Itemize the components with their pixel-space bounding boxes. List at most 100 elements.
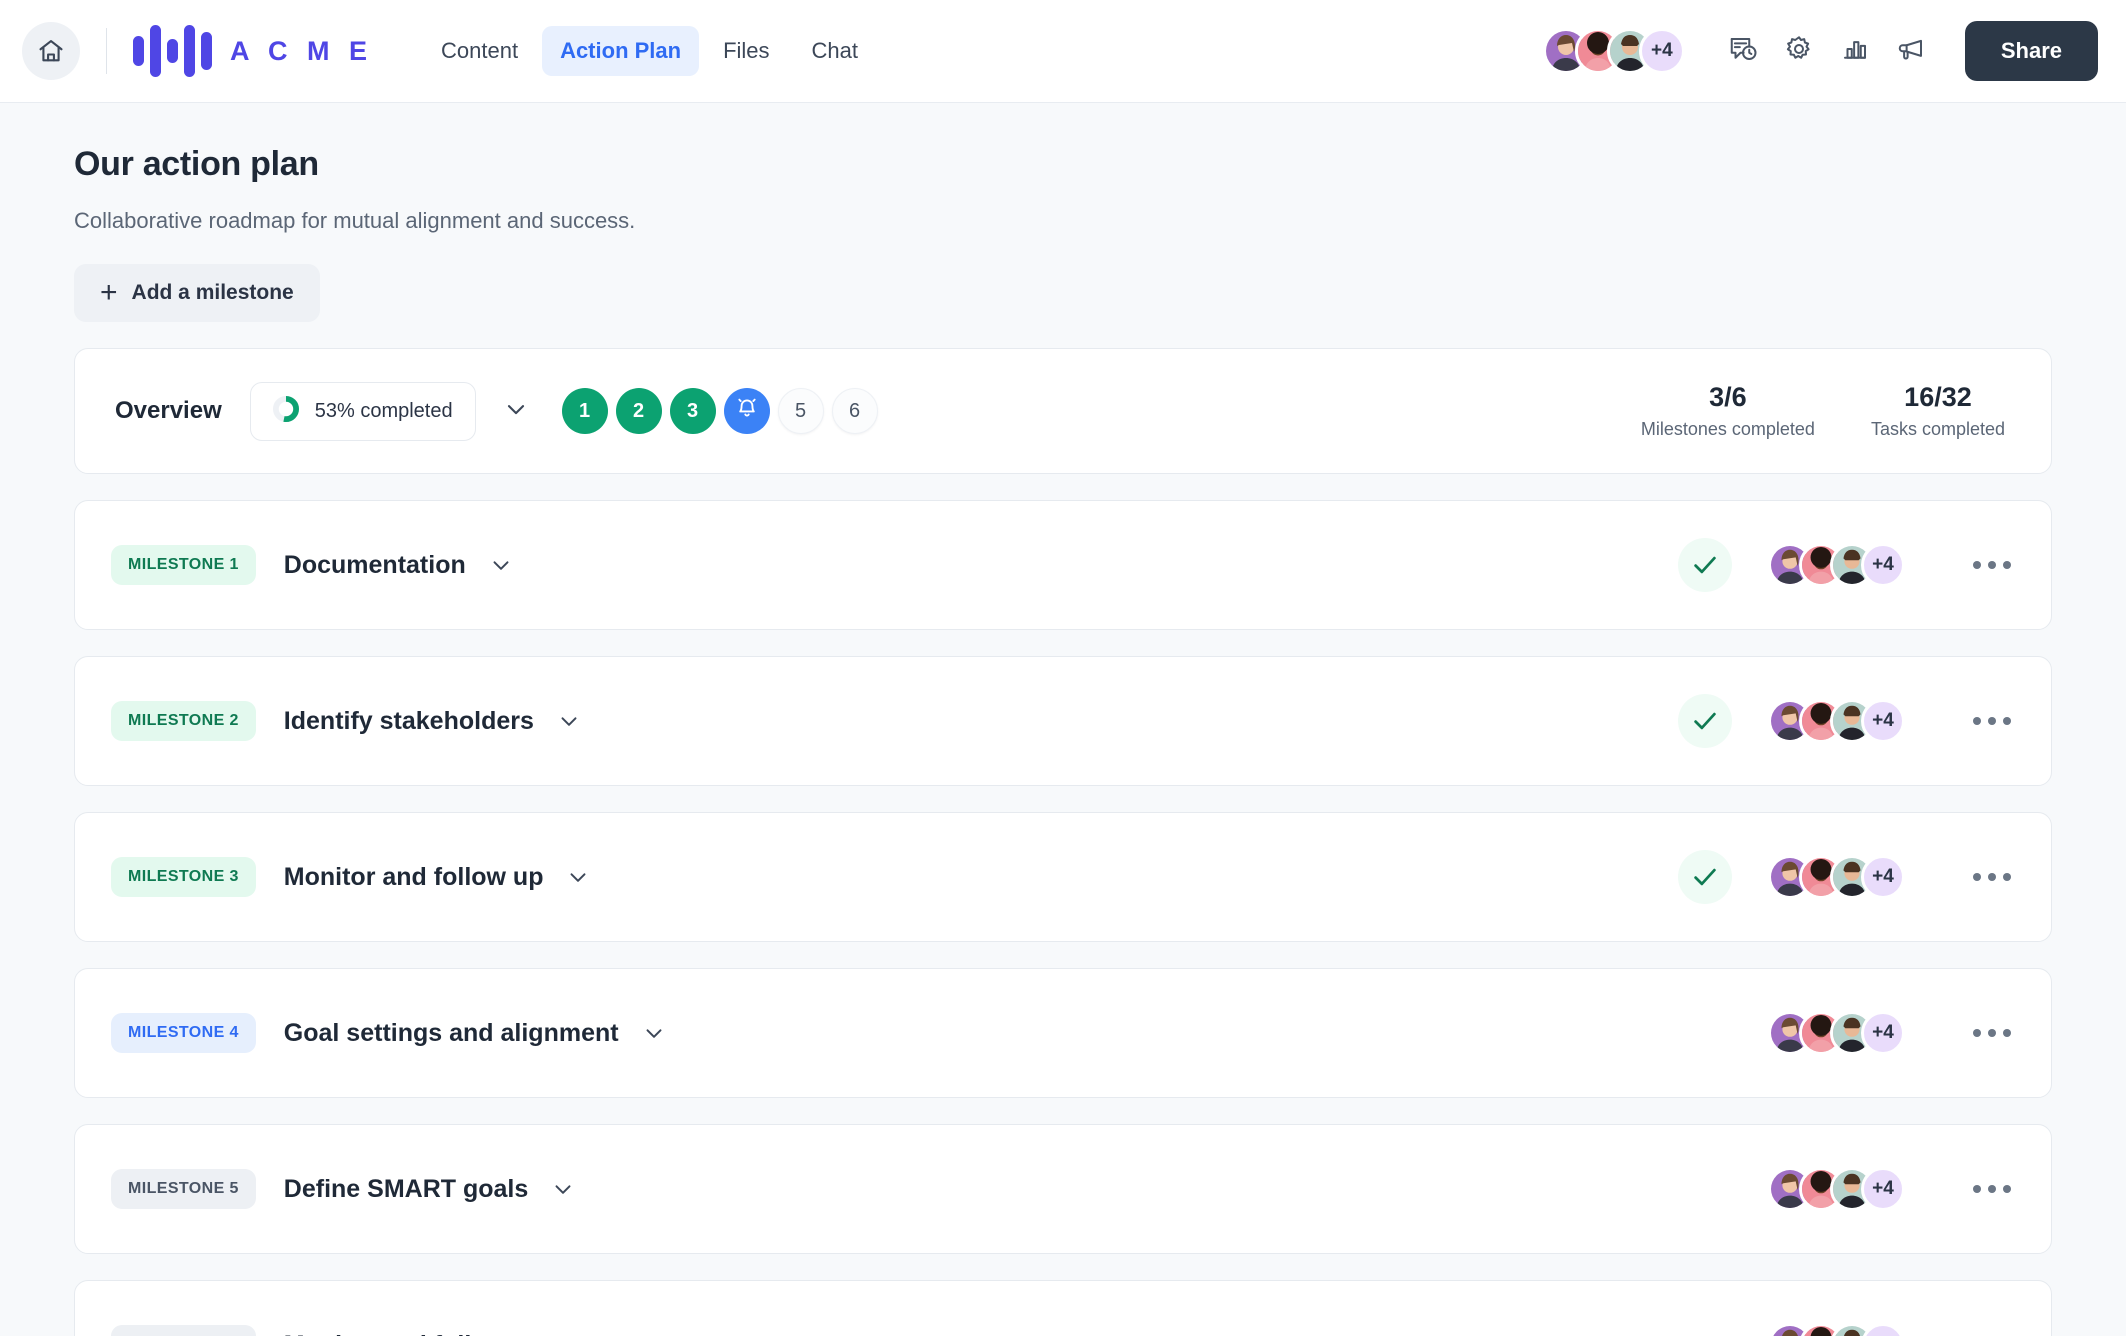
milestone-avatar-group[interactable]: +4 bbox=[1768, 855, 1905, 899]
nav-item-content[interactable]: Content bbox=[423, 26, 536, 76]
nav-item-files[interactable]: Files bbox=[705, 26, 787, 76]
chevron-down-icon bbox=[550, 1176, 576, 1202]
milestone-completed-check bbox=[1678, 850, 1732, 904]
step-indicator-1[interactable]: 1 bbox=[562, 388, 608, 434]
chevron-down-icon bbox=[556, 708, 582, 734]
header-avatar-group[interactable]: +4 bbox=[1543, 28, 1685, 74]
milestone-title: Define SMART goals bbox=[284, 1175, 528, 1204]
stat-label: Tasks completed bbox=[1871, 419, 2005, 440]
milestone-badge: MILESTONE 5 bbox=[111, 1169, 256, 1209]
check-icon bbox=[1690, 550, 1720, 580]
overview-card: Overview 53% completed 1 2 3 bbox=[74, 348, 2052, 474]
milestone-title: Goal settings and alignment bbox=[284, 1019, 619, 1048]
overview-stats: 3/6 Milestones completed 16/32 Tasks com… bbox=[1641, 382, 2015, 440]
milestone-title: Monitor and follow up bbox=[284, 863, 544, 892]
page-subtitle: Collaborative roadmap for mutual alignme… bbox=[74, 208, 2052, 234]
progress-percent-label: 53% completed bbox=[315, 400, 453, 423]
milestone-badge: MILESTONE 1 bbox=[111, 545, 256, 585]
activity-history-icon bbox=[1728, 34, 1758, 69]
milestone-expand-toggle[interactable] bbox=[565, 1332, 591, 1336]
milestone-badge: MILESTONE 2 bbox=[111, 701, 256, 741]
main-nav: Content Action Plan Files Chat bbox=[423, 26, 876, 76]
add-milestone-button[interactable]: + Add a milestone bbox=[74, 264, 320, 322]
milestone-expand-toggle[interactable] bbox=[641, 1020, 667, 1046]
app-header: A C M E Content Action Plan Files Chat +… bbox=[0, 0, 2126, 103]
add-milestone-label: Add a milestone bbox=[132, 281, 294, 305]
step-indicator-4-current[interactable] bbox=[724, 388, 770, 434]
progress-pill[interactable]: 53% completed bbox=[250, 382, 476, 441]
nav-item-chat[interactable]: Chat bbox=[794, 26, 876, 76]
analytics-button[interactable] bbox=[1827, 23, 1883, 79]
milestone-expand-toggle[interactable] bbox=[488, 552, 514, 578]
step-indicator-3[interactable]: 3 bbox=[670, 388, 716, 434]
avatar-overflow-count[interactable]: +4 bbox=[1861, 1167, 1905, 1211]
avatar-overflow-count[interactable]: +4 bbox=[1861, 543, 1905, 587]
header-actions: +4 bbox=[1543, 21, 2098, 81]
analytics-bar-chart-icon bbox=[1840, 34, 1870, 69]
milestone-step-indicators: 1 2 3 5 6 bbox=[562, 388, 878, 434]
step-indicator-6[interactable]: 6 bbox=[832, 388, 878, 434]
milestone-title: Identify stakeholders bbox=[284, 707, 534, 736]
stat-milestones-completed: 3/6 Milestones completed bbox=[1641, 382, 1815, 440]
announcement-megaphone-icon bbox=[1896, 34, 1926, 69]
stat-label: Milestones completed bbox=[1641, 419, 1815, 440]
chevron-down-icon bbox=[565, 1332, 591, 1336]
milestone-row[interactable]: MILESTONE 3 Monitor and follow up +4 bbox=[74, 812, 2052, 942]
check-icon bbox=[1690, 862, 1720, 892]
stat-value: 3/6 bbox=[1641, 382, 1815, 413]
milestone-avatar-group[interactable]: +4 bbox=[1768, 699, 1905, 743]
milestone-more-menu[interactable] bbox=[1969, 707, 2015, 735]
milestone-title: Documentation bbox=[284, 551, 466, 580]
avatar-overflow-count[interactable]: +4 bbox=[1861, 1011, 1905, 1055]
check-icon bbox=[1690, 706, 1720, 736]
milestone-row[interactable]: MILESTONE 5 Define SMART goals +4 bbox=[74, 1124, 2052, 1254]
step-indicator-5[interactable]: 5 bbox=[778, 388, 824, 434]
milestone-row[interactable]: MILESTONE 6 Monitor and follow up +4 bbox=[74, 1280, 2052, 1336]
activity-history-button[interactable] bbox=[1715, 23, 1771, 79]
milestone-avatar-group[interactable]: +4 bbox=[1768, 1167, 1905, 1211]
milestone-row-actions: +4 bbox=[1678, 1006, 2015, 1060]
milestone-more-menu[interactable] bbox=[1969, 551, 2015, 579]
milestone-more-menu[interactable] bbox=[1969, 863, 2015, 891]
announcement-button[interactable] bbox=[1883, 23, 1939, 79]
overview-collapse-toggle[interactable] bbox=[502, 395, 530, 428]
milestone-expand-toggle[interactable] bbox=[550, 1176, 576, 1202]
stat-tasks-completed: 16/32 Tasks completed bbox=[1871, 382, 2005, 440]
milestone-more-menu[interactable] bbox=[1969, 1019, 2015, 1047]
milestone-avatar-group[interactable]: +4 bbox=[1768, 1323, 1905, 1336]
milestone-row[interactable]: MILESTONE 1 Documentation +4 bbox=[74, 500, 2052, 630]
milestone-expand-toggle[interactable] bbox=[556, 708, 582, 734]
milestone-row[interactable]: MILESTONE 4 Goal settings and alignment … bbox=[74, 968, 2052, 1098]
milestone-badge: MILESTONE 3 bbox=[111, 857, 256, 897]
header-divider bbox=[106, 28, 107, 74]
avatar-overflow-count[interactable]: +4 bbox=[1861, 1323, 1905, 1336]
settings-button[interactable] bbox=[1771, 23, 1827, 79]
avatar-overflow-count[interactable]: +4 bbox=[1861, 855, 1905, 899]
milestone-avatar-group[interactable]: +4 bbox=[1768, 1011, 1905, 1055]
nav-item-action-plan[interactable]: Action Plan bbox=[542, 26, 699, 76]
share-button[interactable]: Share bbox=[1965, 21, 2098, 81]
brand-logo[interactable]: A C M E bbox=[133, 24, 373, 78]
milestone-more-menu[interactable] bbox=[1969, 1331, 2015, 1336]
overview-label: Overview bbox=[115, 397, 222, 425]
chevron-down-icon bbox=[641, 1020, 667, 1046]
avatar-overflow-count[interactable]: +4 bbox=[1639, 28, 1685, 74]
milestone-row-actions: +4 bbox=[1678, 1162, 2015, 1216]
page-body: Our action plan Collaborative roadmap fo… bbox=[0, 103, 2126, 1336]
plus-icon: + bbox=[100, 284, 118, 302]
milestone-row[interactable]: MILESTONE 2 Identify stakeholders +4 bbox=[74, 656, 2052, 786]
milestone-expand-toggle[interactable] bbox=[565, 864, 591, 890]
milestone-badge: MILESTONE 6 bbox=[111, 1325, 256, 1336]
home-icon bbox=[37, 37, 65, 65]
milestone-avatar-group[interactable]: +4 bbox=[1768, 543, 1905, 587]
step-indicator-2[interactable]: 2 bbox=[616, 388, 662, 434]
page-title: Our action plan bbox=[74, 145, 2052, 184]
progress-donut-icon bbox=[273, 396, 299, 427]
home-button[interactable] bbox=[22, 22, 80, 80]
milestone-check-placeholder bbox=[1678, 1162, 1732, 1216]
milestone-row-actions: +4 bbox=[1678, 694, 2015, 748]
milestone-check-placeholder bbox=[1678, 1006, 1732, 1060]
chevron-down-icon bbox=[565, 864, 591, 890]
avatar-overflow-count[interactable]: +4 bbox=[1861, 699, 1905, 743]
milestone-more-menu[interactable] bbox=[1969, 1175, 2015, 1203]
